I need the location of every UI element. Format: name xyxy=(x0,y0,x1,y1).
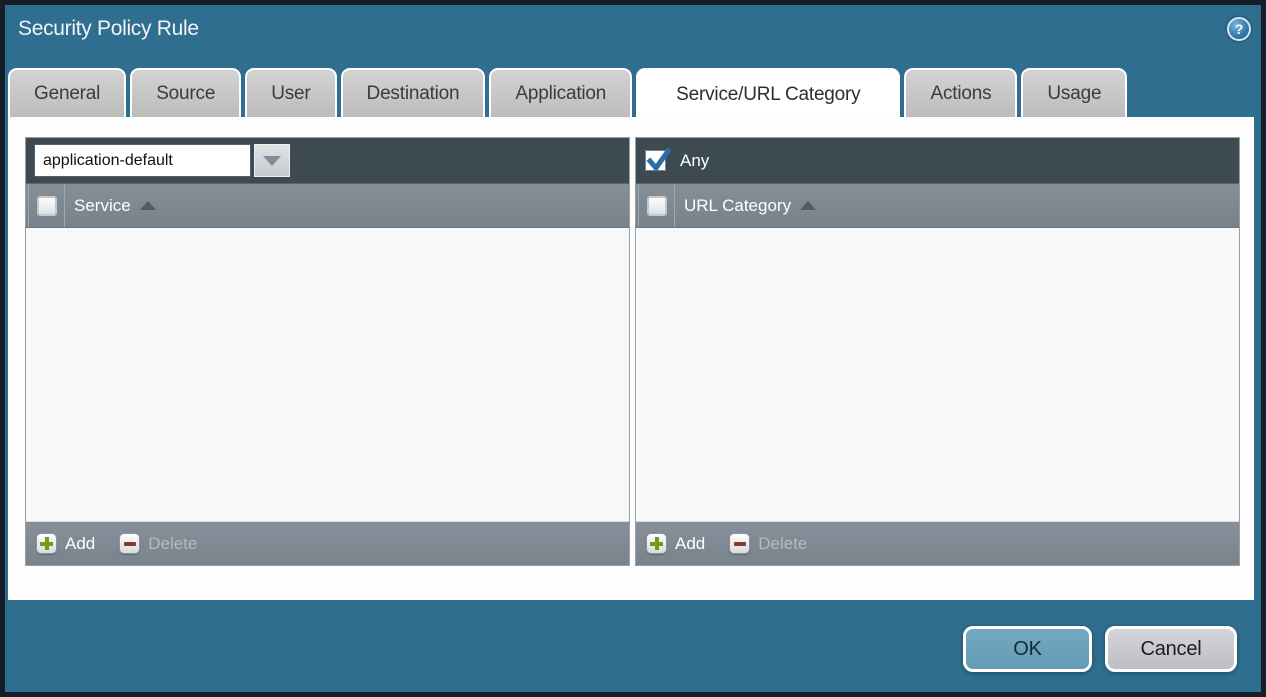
sort-ascending-icon xyxy=(800,201,816,210)
service-type-dropdown-button[interactable] xyxy=(254,144,290,177)
ok-button[interactable]: OK xyxy=(963,626,1092,672)
url-category-delete-button[interactable]: Delete xyxy=(729,533,807,554)
service-type-bar xyxy=(26,138,629,183)
service-add-button[interactable]: Add xyxy=(36,533,95,554)
url-category-panel: Any URL Category Add Delete xyxy=(635,137,1240,566)
minus-icon xyxy=(729,533,750,554)
tab-content-service-url-category: Service Add Delete xyxy=(8,117,1254,600)
url-category-table-header: URL Category xyxy=(636,183,1239,228)
service-column-header[interactable]: Service xyxy=(74,196,156,216)
chevron-down-icon xyxy=(263,156,281,166)
service-select-all-checkbox[interactable] xyxy=(38,197,56,215)
tab-bar: General Source User Destination Applicat… xyxy=(8,68,1127,117)
url-category-list-empty xyxy=(636,228,1239,521)
plus-icon xyxy=(646,533,667,554)
delete-button-label: Delete xyxy=(758,534,807,554)
add-button-label: Add xyxy=(675,534,705,554)
checkmark-icon xyxy=(646,148,673,175)
url-category-any-bar: Any xyxy=(636,138,1239,183)
service-select-all-cell xyxy=(28,184,65,227)
any-checkbox-checked[interactable] xyxy=(645,150,666,171)
url-category-select-all-checkbox[interactable] xyxy=(648,197,666,215)
plus-icon xyxy=(36,533,57,554)
page-title: Security Policy Rule xyxy=(18,17,199,41)
tab-usage[interactable]: Usage xyxy=(1021,68,1127,117)
url-category-select-all-cell xyxy=(638,184,675,227)
tab-application[interactable]: Application xyxy=(489,68,632,117)
url-category-add-button[interactable]: Add xyxy=(646,533,705,554)
any-label: Any xyxy=(680,151,709,171)
service-list-empty xyxy=(26,228,629,521)
service-type-input[interactable] xyxy=(34,144,251,177)
tab-service-url-category[interactable]: Service/URL Category xyxy=(636,68,900,119)
security-policy-rule-dialog: Security Policy Rule ? General Source Us… xyxy=(0,0,1266,697)
cancel-button[interactable]: Cancel xyxy=(1105,626,1237,672)
url-category-footer-toolbar: Add Delete xyxy=(636,521,1239,565)
tab-source[interactable]: Source xyxy=(130,68,241,117)
sort-ascending-icon xyxy=(140,201,156,210)
help-icon[interactable]: ? xyxy=(1227,17,1251,41)
minus-icon xyxy=(119,533,140,554)
url-category-column-label: URL Category xyxy=(684,196,791,216)
url-category-column-header[interactable]: URL Category xyxy=(684,196,816,216)
tab-destination[interactable]: Destination xyxy=(341,68,486,117)
help-icon-glyph: ? xyxy=(1235,21,1244,37)
tab-general[interactable]: General xyxy=(8,68,126,117)
service-panel: Service Add Delete xyxy=(25,137,630,566)
service-delete-button[interactable]: Delete xyxy=(119,533,197,554)
tab-actions[interactable]: Actions xyxy=(904,68,1017,117)
service-column-label: Service xyxy=(74,196,131,216)
service-footer-toolbar: Add Delete xyxy=(26,521,629,565)
add-button-label: Add xyxy=(65,534,95,554)
tab-user[interactable]: User xyxy=(245,68,336,117)
service-table-header: Service xyxy=(26,183,629,228)
delete-button-label: Delete xyxy=(148,534,197,554)
